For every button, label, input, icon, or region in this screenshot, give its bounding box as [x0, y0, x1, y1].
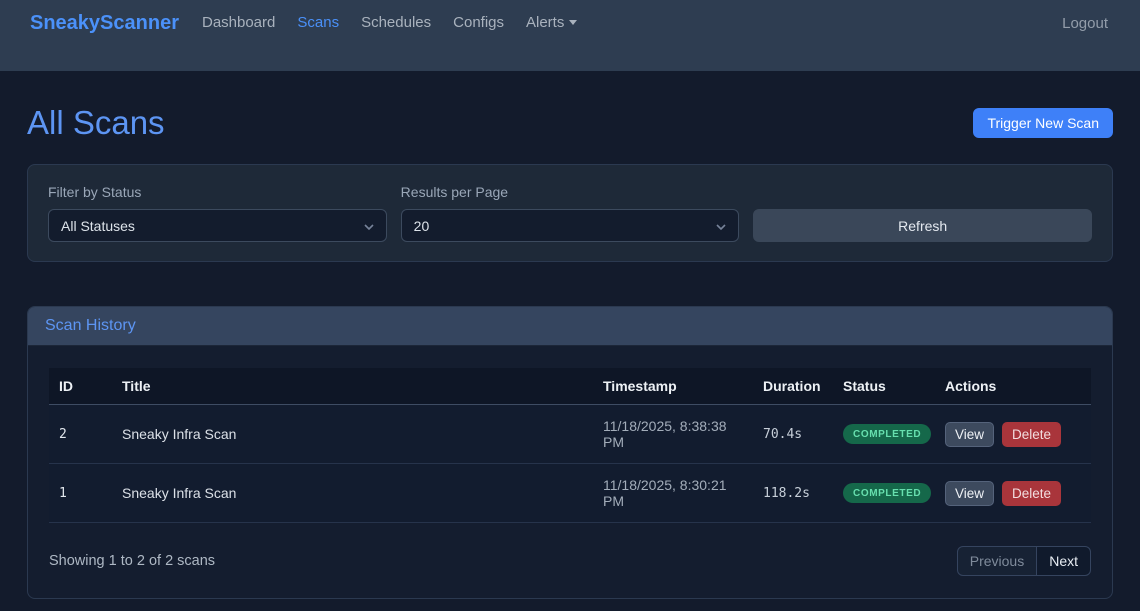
caret-down-icon: [569, 20, 577, 25]
filter-status-label: Filter by Status: [48, 184, 387, 200]
view-button[interactable]: View: [945, 481, 994, 506]
trigger-new-scan-button[interactable]: Trigger New Scan: [973, 108, 1113, 138]
scan-history-title: Scan History: [28, 307, 1112, 346]
column-header-actions: Actions: [935, 368, 1091, 405]
filter-status-group: Filter by Status All Statuses: [48, 184, 387, 242]
delete-button[interactable]: Delete: [1002, 481, 1061, 506]
scan-history-table: ID Title Timestamp Duration Status Actio…: [49, 368, 1091, 523]
column-header-title: Title: [112, 368, 593, 405]
nav-item-alerts-label: Alerts: [526, 14, 564, 31]
results-per-page-value: 20: [414, 218, 430, 234]
page-header: All Scans Trigger New Scan: [27, 104, 1113, 142]
view-button[interactable]: View: [945, 422, 994, 447]
status-badge: COMPLETED: [843, 483, 931, 503]
nav-item-alerts[interactable]: Alerts: [518, 10, 585, 35]
status-badge: COMPLETED: [843, 424, 931, 444]
status-select-value: All Statuses: [61, 218, 135, 234]
scan-timestamp: 11/18/2025, 8:30:21 PM: [593, 464, 753, 523]
filter-panel: Filter by Status All Statuses Results pe…: [27, 164, 1113, 262]
column-header-id: ID: [49, 368, 112, 405]
scan-title: Sneaky Infra Scan: [112, 464, 593, 523]
nav-item-dashboard[interactable]: Dashboard: [194, 10, 283, 35]
scan-history-body: ID Title Timestamp Duration Status Actio…: [28, 346, 1112, 598]
table-header-row: ID Title Timestamp Duration Status Actio…: [49, 368, 1091, 405]
nav-item-scans[interactable]: Scans: [289, 10, 347, 35]
scan-actions-cell: View Delete: [935, 405, 1091, 464]
navbar: SneakyScanner Dashboard Scans Schedules …: [0, 0, 1140, 71]
results-per-page-label: Results per Page: [401, 184, 740, 200]
nav-item-schedules[interactable]: Schedules: [353, 10, 439, 35]
logout-link[interactable]: Logout: [1062, 15, 1108, 32]
filter-perpage-group: Results per Page 20: [401, 184, 740, 242]
scan-duration: 118.2s: [753, 464, 833, 523]
page-title: All Scans: [27, 104, 165, 142]
table-footer: Showing 1 to 2 of 2 scans Previous Next: [49, 546, 1091, 576]
filter-refresh-group: Refresh: [753, 209, 1092, 242]
status-select[interactable]: All Statuses: [48, 209, 387, 242]
scan-history-card: Scan History ID Title Timestamp Duration…: [27, 306, 1113, 599]
results-per-page-select[interactable]: 20: [401, 209, 740, 242]
chevron-down-icon: [715, 221, 727, 233]
scan-timestamp: 11/18/2025, 8:38:38 PM: [593, 405, 753, 464]
refresh-button[interactable]: Refresh: [753, 209, 1092, 242]
pagination: Previous Next: [957, 546, 1091, 576]
previous-page-button[interactable]: Previous: [957, 546, 1037, 576]
scan-status-cell: COMPLETED: [833, 405, 935, 464]
table-row: 2 Sneaky Infra Scan 11/18/2025, 8:38:38 …: [49, 405, 1091, 464]
scan-actions-cell: View Delete: [935, 464, 1091, 523]
column-header-duration: Duration: [753, 368, 833, 405]
column-header-timestamp: Timestamp: [593, 368, 753, 405]
main-content: All Scans Trigger New Scan Filter by Sta…: [0, 104, 1140, 599]
scan-id: 2: [49, 405, 112, 464]
scan-duration: 70.4s: [753, 405, 833, 464]
results-summary: Showing 1 to 2 of 2 scans: [49, 553, 215, 569]
table-row: 1 Sneaky Infra Scan 11/18/2025, 8:30:21 …: [49, 464, 1091, 523]
scan-id: 1: [49, 464, 112, 523]
nav-item-configs[interactable]: Configs: [445, 10, 512, 35]
column-header-status: Status: [833, 368, 935, 405]
scan-status-cell: COMPLETED: [833, 464, 935, 523]
scan-title: Sneaky Infra Scan: [112, 405, 593, 464]
next-page-button[interactable]: Next: [1036, 546, 1091, 576]
brand-logo[interactable]: SneakyScanner: [30, 12, 179, 35]
delete-button[interactable]: Delete: [1002, 422, 1061, 447]
nav-links: Dashboard Scans Schedules Configs Alerts: [191, 14, 588, 32]
chevron-down-icon: [363, 221, 375, 233]
